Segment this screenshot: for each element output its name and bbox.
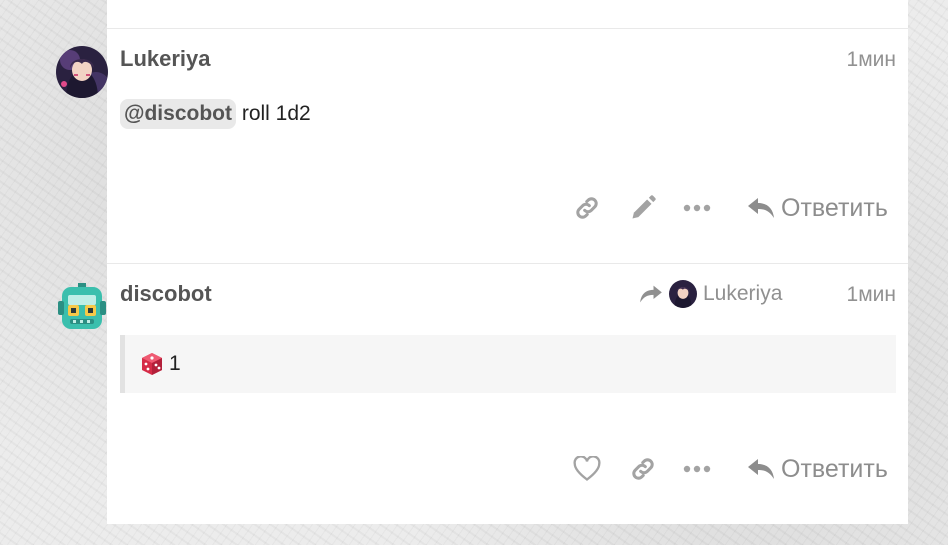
post-discobot: discobot Lukeriya 1мин 1 Ответить — [58, 264, 908, 524]
post-time[interactable]: 1мин — [847, 283, 896, 307]
pencil-icon[interactable] — [626, 191, 660, 225]
reply-button[interactable]: Ответить — [747, 452, 888, 486]
ellipsis-icon[interactable] — [680, 191, 714, 225]
post-text: roll 1d2 — [241, 102, 311, 125]
reply-to-username: Lukeriya — [703, 282, 783, 305]
mention-link[interactable]: @discobot — [120, 99, 236, 129]
ellipsis-icon[interactable] — [680, 452, 714, 486]
link-icon[interactable] — [570, 191, 604, 225]
post-username[interactable]: Lukeriya — [120, 46, 211, 72]
roll-result-box: 1 — [120, 335, 896, 393]
post-time[interactable]: 1мин — [847, 48, 896, 72]
reply-arrow-icon — [748, 459, 774, 479]
avatar[interactable] — [56, 46, 108, 98]
link-icon[interactable] — [626, 452, 660, 486]
topic-panel: Lukeriya 1мин @discobot roll 1d2 Ответит… — [56, 0, 908, 524]
post-username[interactable]: discobot — [120, 281, 212, 307]
reply-to-avatar — [669, 280, 697, 308]
reply-arrow-icon — [748, 198, 774, 218]
reply-to-indicator[interactable]: Lukeriya — [639, 280, 782, 308]
post-actions: Ответить — [107, 191, 908, 225]
avatar[interactable] — [56, 281, 108, 333]
reply-label: Ответить — [781, 454, 888, 483]
post-actions: Ответить — [107, 452, 908, 486]
post-content: @discobot roll 1d2 — [120, 99, 311, 129]
dice-icon — [142, 353, 162, 375]
reply-button[interactable]: Ответить — [747, 191, 888, 225]
roll-result: 1 — [169, 352, 181, 375]
reply-to-arrow-icon — [640, 285, 662, 303]
reply-label: Ответить — [781, 193, 888, 222]
heart-icon[interactable] — [570, 452, 604, 486]
post-lukeriya: Lukeriya 1мин @discobot roll 1d2 Ответит… — [56, 29, 908, 263]
